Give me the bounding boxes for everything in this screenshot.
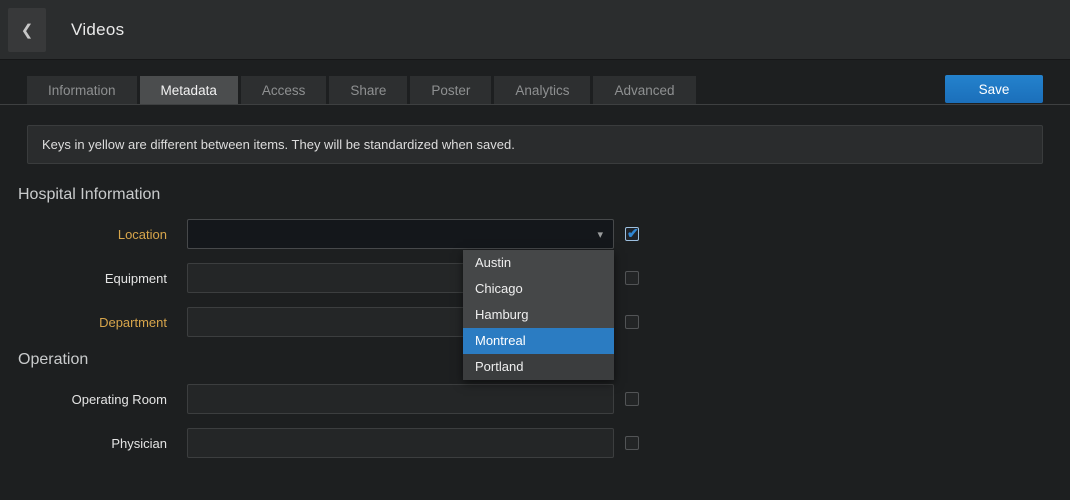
tab-share[interactable]: Share (329, 76, 407, 104)
dropdown-option-hamburg[interactable]: Hamburg (463, 302, 614, 328)
chevron-left-icon: ❮ (21, 22, 34, 39)
dropdown-option-austin[interactable]: Austin (463, 250, 614, 276)
section-hospital-information: Hospital Information Location ▾ Austin C… (0, 186, 1070, 337)
equipment-checkbox[interactable] (625, 271, 639, 285)
notice-text: Keys in yellow are different between ite… (42, 137, 515, 152)
dropdown-option-montreal[interactable]: Montreal (463, 328, 614, 354)
tab-analytics[interactable]: Analytics (494, 76, 590, 104)
tab-access[interactable]: Access (241, 76, 327, 104)
location-select[interactable]: ▾ (187, 219, 614, 249)
header: ❮ Videos (0, 0, 1070, 60)
page-title: Videos (71, 20, 124, 40)
field-row-physician: Physician (0, 428, 1070, 458)
caret-down-icon: ▾ (597, 228, 603, 241)
app-root: ❮ Videos Information Metadata Access Sha… (0, 0, 1070, 458)
field-row-operating-room: Operating Room (0, 384, 1070, 414)
tab-metadata[interactable]: Metadata (140, 76, 238, 104)
dropdown-option-portland[interactable]: Portland (463, 354, 614, 380)
field-row-location: Location ▾ Austin Chicago Hamburg Montre… (0, 219, 1070, 249)
department-checkbox[interactable] (625, 315, 639, 329)
operating-room-label: Operating Room (0, 392, 187, 407)
operating-room-checkbox[interactable] (625, 392, 639, 406)
physician-input[interactable] (187, 428, 614, 458)
tab-poster[interactable]: Poster (410, 76, 491, 104)
save-button[interactable]: Save (945, 75, 1043, 103)
notice-banner: Keys in yellow are different between ite… (27, 125, 1043, 164)
tabs: Information Metadata Access Share Poster… (27, 76, 696, 104)
physician-checkbox[interactable] (625, 436, 639, 450)
section-title-hospital-information: Hospital Information (18, 186, 1070, 204)
physician-label: Physician (0, 436, 187, 451)
location-dropdown-menu: Austin Chicago Hamburg Montreal Portland (463, 250, 614, 380)
location-label: Location (0, 227, 187, 242)
equipment-label: Equipment (0, 271, 187, 286)
department-label: Department (0, 315, 187, 330)
dropdown-option-chicago[interactable]: Chicago (463, 276, 614, 302)
back-button[interactable]: ❮ (8, 8, 46, 52)
location-checkbox[interactable] (625, 227, 639, 241)
operating-room-input[interactable] (187, 384, 614, 414)
tab-bar: Information Metadata Access Share Poster… (0, 75, 1070, 105)
location-select-wrap: ▾ Austin Chicago Hamburg Montreal Portla… (187, 219, 614, 249)
tab-advanced[interactable]: Advanced (593, 76, 695, 104)
tab-information[interactable]: Information (27, 76, 137, 104)
